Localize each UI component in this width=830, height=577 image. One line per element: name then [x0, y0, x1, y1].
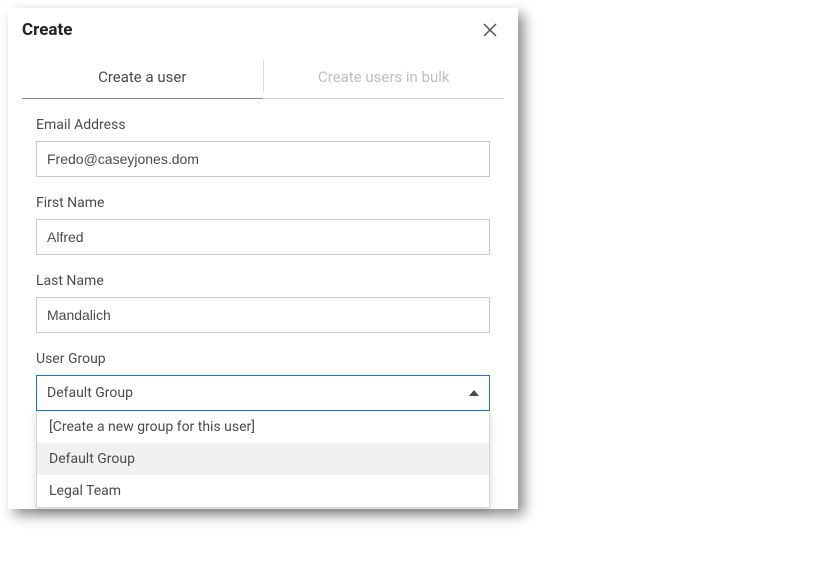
user-group-dropdown: [Create a new group for this user] Defau… [36, 411, 490, 508]
last-name-input[interactable] [36, 297, 490, 333]
dropdown-item-legal-team[interactable]: Legal Team [37, 475, 489, 507]
caret-up-icon [469, 390, 479, 396]
user-group-select-wrapper: Default Group [Create a new group for th… [36, 375, 490, 411]
field-email: Email Address [36, 117, 490, 177]
form: Email Address First Name Last Name User … [8, 99, 518, 493]
user-group-label: User Group [36, 351, 490, 367]
create-dialog: Create Create a user Create users in bul… [8, 8, 518, 509]
email-input[interactable] [36, 141, 490, 177]
dropdown-item-default-group[interactable]: Default Group [37, 443, 489, 475]
tab-create-bulk[interactable]: Create users in bulk [264, 54, 505, 98]
dialog-title: Create [22, 20, 72, 40]
tabs: Create a user Create users in bulk [22, 54, 504, 99]
dropdown-item-create-group[interactable]: [Create a new group for this user] [37, 411, 489, 443]
field-last-name: Last Name [36, 273, 490, 333]
first-name-input[interactable] [36, 219, 490, 255]
field-first-name: First Name [36, 195, 490, 255]
user-group-selected-value: Default Group [47, 385, 133, 401]
last-name-label: Last Name [36, 273, 490, 289]
first-name-label: First Name [36, 195, 490, 211]
email-label: Email Address [36, 117, 490, 133]
field-user-group: User Group Default Group [Create a new g… [36, 351, 490, 411]
tab-create-user[interactable]: Create a user [22, 54, 263, 99]
dialog-header: Create [8, 8, 518, 48]
close-icon[interactable] [480, 20, 500, 40]
user-group-select[interactable]: Default Group [36, 375, 490, 411]
